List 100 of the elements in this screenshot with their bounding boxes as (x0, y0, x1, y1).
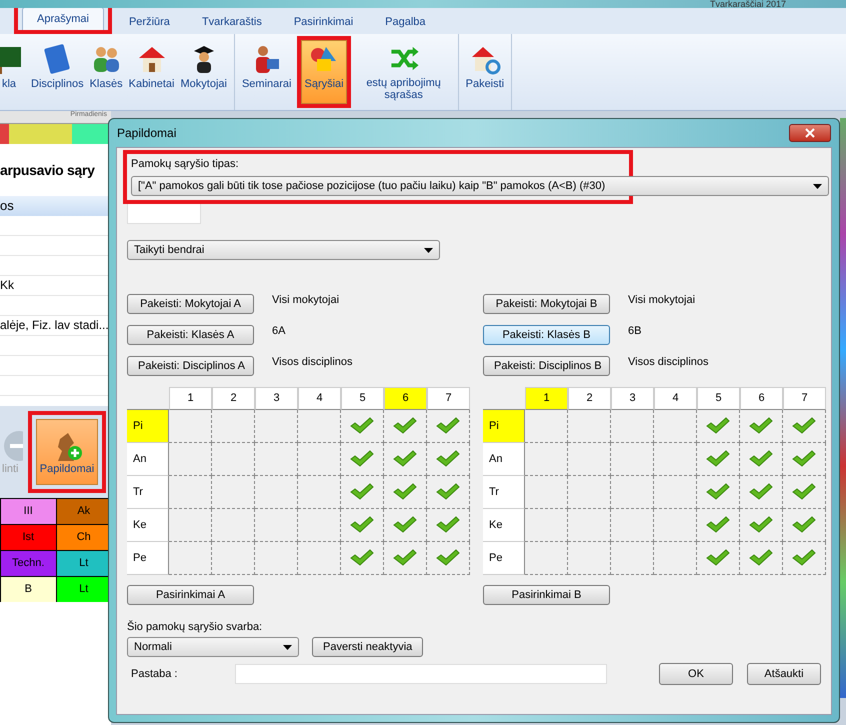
day-header[interactable]: Pi (127, 410, 169, 443)
day-header[interactable]: Ke (127, 509, 169, 542)
period-header[interactable]: 6 (384, 387, 427, 410)
grid-cell[interactable] (697, 476, 740, 509)
options-button[interactable]: Pasirinkimai A (127, 585, 254, 605)
grid-cell[interactable] (697, 542, 740, 575)
grid-cell[interactable] (611, 476, 654, 509)
grid-cell[interactable] (169, 542, 212, 575)
period-header[interactable]: 6 (740, 387, 783, 410)
grid-cell[interactable] (568, 443, 611, 476)
grid-cell[interactable] (169, 443, 212, 476)
grid-cell[interactable] (341, 509, 384, 542)
grid-cell[interactable] (341, 410, 384, 443)
ribbon-button[interactable]: Mokytojai (177, 40, 230, 104)
grid-cell[interactable] (740, 542, 783, 575)
note-field[interactable] (235, 664, 607, 684)
grid-cell[interactable] (255, 410, 298, 443)
grid-cell[interactable] (255, 443, 298, 476)
grid-cell[interactable] (427, 476, 470, 509)
grid-cell[interactable] (654, 443, 697, 476)
grid-cell[interactable] (169, 509, 212, 542)
ribbon-tab[interactable]: Aprašymai (22, 7, 104, 30)
grid-cell[interactable] (611, 542, 654, 575)
change-button[interactable]: Pakeisti: Disciplinos A (127, 356, 254, 376)
day-header[interactable]: Pi (483, 410, 525, 443)
ok-button[interactable]: OK (659, 663, 733, 685)
importance-dropdown[interactable]: Normali (127, 637, 299, 657)
grid-cell[interactable] (298, 542, 341, 575)
period-header[interactable]: 3 (611, 387, 654, 410)
period-header[interactable]: 5 (697, 387, 740, 410)
change-button[interactable]: Pakeisti: Mokytojai A (127, 294, 254, 314)
grid-cell[interactable] (212, 509, 255, 542)
close-button[interactable] (789, 124, 831, 142)
grid-cell[interactable] (212, 542, 255, 575)
grid-cell[interactable] (384, 509, 427, 542)
grid-cell[interactable] (298, 509, 341, 542)
grid-cell[interactable] (611, 443, 654, 476)
change-button[interactable]: Pakeisti: Mokytojai B (483, 294, 610, 314)
grid-cell[interactable] (525, 443, 568, 476)
grid-cell[interactable] (697, 410, 740, 443)
period-header[interactable]: 1 (169, 387, 212, 410)
grid-cell[interactable] (740, 410, 783, 443)
toolbar-button[interactable]: Papildomai (36, 419, 98, 485)
period-header[interactable]: 4 (298, 387, 341, 410)
grid-cell[interactable] (255, 509, 298, 542)
grid-cell[interactable] (568, 476, 611, 509)
grid-cell[interactable] (384, 410, 427, 443)
relation-type-dropdown[interactable]: ["A" pamokos gali būti tik tose pačiose pozicijose (tuo pačiu laiku) kaip "B" pamokos (A<B) (#30) (131, 176, 829, 196)
day-header[interactable]: Pe (483, 542, 525, 575)
period-header[interactable]: 7 (783, 387, 826, 410)
grid-cell[interactable] (212, 410, 255, 443)
deactivate-button[interactable]: Paversti neaktyvia (312, 637, 424, 657)
grid-cell[interactable] (654, 542, 697, 575)
day-header[interactable]: Tr (127, 476, 169, 509)
grid-cell[interactable] (525, 476, 568, 509)
grid-cell[interactable] (169, 476, 212, 509)
grid-cell[interactable] (341, 443, 384, 476)
grid-cell[interactable] (384, 476, 427, 509)
day-header[interactable]: An (483, 443, 525, 476)
grid-cell[interactable] (568, 509, 611, 542)
day-header[interactable]: Tr (483, 476, 525, 509)
grid-cell[interactable] (384, 542, 427, 575)
grid-cell[interactable] (654, 509, 697, 542)
period-header[interactable]: 2 (212, 387, 255, 410)
ribbon-button[interactable]: estų apribojimų sąrašas (354, 40, 454, 104)
ribbon-tab[interactable]: Peržiūra (114, 10, 185, 34)
ribbon-tab[interactable]: Pagalba (370, 10, 441, 34)
grid-cell[interactable] (654, 410, 697, 443)
period-header[interactable]: 3 (255, 387, 298, 410)
ribbon-button[interactable]: Disciplinos (28, 40, 87, 104)
grid-cell[interactable] (525, 542, 568, 575)
grid-cell[interactable] (255, 542, 298, 575)
grid-cell[interactable] (255, 476, 298, 509)
grid-cell[interactable] (525, 410, 568, 443)
change-button[interactable]: Pakeisti: Klasės B (483, 325, 610, 345)
grid-cell[interactable] (740, 476, 783, 509)
grid-cell[interactable] (783, 443, 826, 476)
grid-cell[interactable] (783, 476, 826, 509)
grid-cell[interactable] (568, 410, 611, 443)
grid-cell[interactable] (427, 542, 470, 575)
ribbon-tab[interactable]: Tvarkaraštis (186, 10, 277, 34)
grid-cell[interactable] (697, 509, 740, 542)
period-header[interactable]: 7 (427, 387, 470, 410)
cancel-button[interactable]: Atšaukti (747, 663, 821, 685)
grid-cell[interactable] (298, 410, 341, 443)
scope-dropdown[interactable]: Taikyti bendrai (127, 240, 440, 260)
period-header[interactable]: 5 (341, 387, 384, 410)
ribbon-button[interactable]: Klasės (86, 40, 126, 104)
grid-cell[interactable] (212, 476, 255, 509)
ribbon-button[interactable]: Sąryšiai (301, 40, 347, 104)
ribbon-button[interactable]: kla (0, 40, 28, 104)
period-header[interactable]: 4 (654, 387, 697, 410)
grid-cell[interactable] (697, 443, 740, 476)
change-button[interactable]: Pakeisti: Klasės A (127, 325, 254, 345)
ribbon-button[interactable]: Pakeisti (462, 40, 508, 104)
grid-cell[interactable] (341, 542, 384, 575)
options-button[interactable]: Pasirinkimai B (483, 585, 610, 605)
day-header[interactable]: An (127, 443, 169, 476)
grid-cell[interactable] (212, 443, 255, 476)
grid-cell[interactable] (384, 443, 427, 476)
